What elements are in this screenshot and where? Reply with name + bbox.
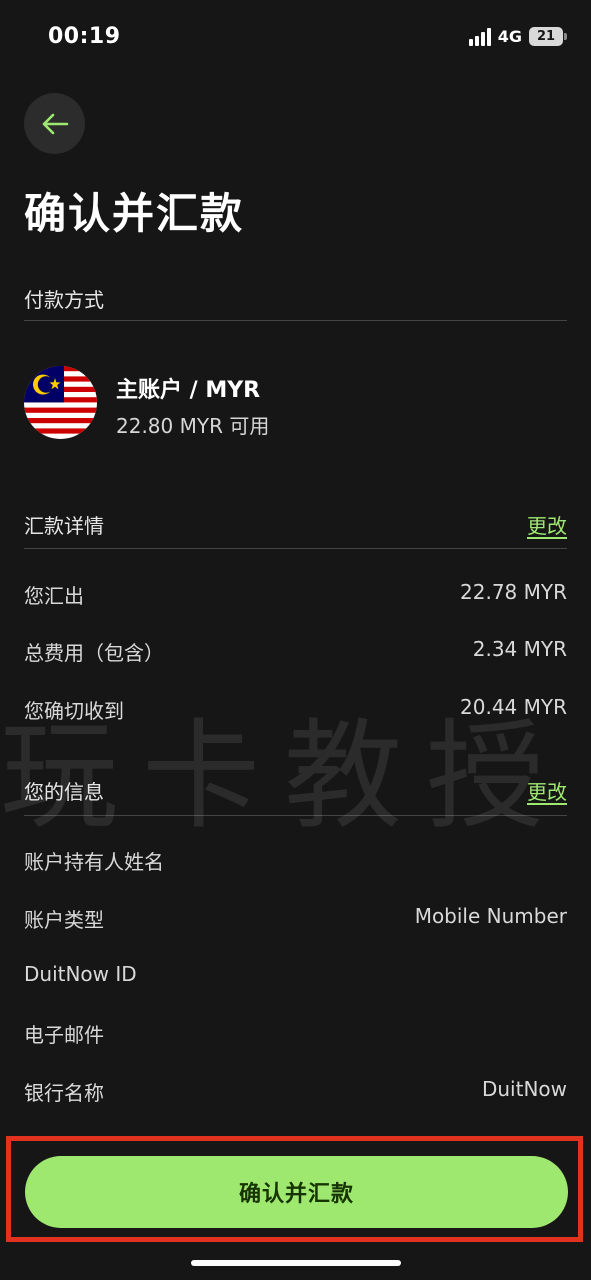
network-label: 4G [497,27,522,46]
info-row-value: Mobile Number [414,904,567,928]
confirm-and-send-button[interactable]: 确认并汇款 [25,1156,568,1228]
detail-row-value: 20.44 MYR [460,695,567,719]
divider [24,815,567,816]
status-bar: 00:19 4G 21 [0,0,591,76]
screen: 00:19 4G 21 确认并汇款 付款方式 主账户 / MYR 22.80 M… [0,0,591,1280]
battery-icon: 21 [529,27,567,46]
detail-row-label: 总费用（包含） [24,641,164,665]
detail-row-value: 22.78 MYR [460,580,567,604]
change-your-info-link[interactable]: 更改 [527,776,567,805]
arrow-left-icon [42,113,68,134]
info-row-value: DuitNow [481,1077,567,1101]
change-transfer-details-link[interactable]: 更改 [527,510,567,539]
detail-row-label: 您确切收到 [24,699,124,723]
info-row-label: 银行名称 [24,1081,104,1105]
info-row-label: 账户持有人姓名 [24,850,164,874]
divider [24,320,567,321]
payment-method-title: 付款方式 [24,288,104,312]
info-row-label: 电子邮件 [24,1023,104,1047]
signal-icon [468,27,491,46]
detail-row-value: 2.34 MYR [472,637,567,661]
detail-row-label: 您汇出 [24,584,84,608]
info-row-label: 账户类型 [24,908,104,932]
info-row-label: DuitNow ID [24,962,137,986]
highlight-frame: 确认并汇款 [6,1136,583,1242]
divider [24,548,567,549]
transfer-details-title: 汇款详情 [24,514,104,538]
battery-level: 21 [536,29,556,44]
page-title: 确认并汇款 [24,189,245,238]
your-info-title: 您的信息 [24,780,104,804]
malaysia-flag-icon [24,366,97,439]
status-indicators: 4G 21 [468,27,567,46]
back-button[interactable] [24,93,85,154]
account-name: 主账户 / MYR [116,378,261,403]
account-balance: 22.80 MYR 可用 [116,414,270,438]
status-time: 00:19 [48,24,121,49]
home-indicator[interactable] [191,1260,401,1266]
